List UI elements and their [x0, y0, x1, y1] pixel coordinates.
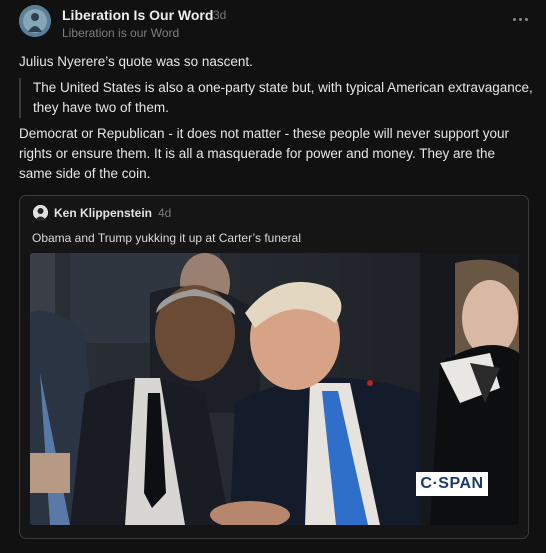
embed-photo[interactable]: C·SPAN: [30, 253, 519, 525]
cspan-watermark: C·SPAN: [416, 472, 488, 496]
embed-timestamp[interactable]: 4d: [158, 206, 171, 220]
post-paragraph: Julius Nyerere’s quote was so nascent.: [19, 54, 253, 69]
post-timestamp[interactable]: 3d: [213, 8, 226, 22]
embedded-note-card[interactable]: Ken Klippenstein 4d Obama and Trump yukk…: [19, 195, 529, 539]
blockquote: The United States is also a one-party st…: [19, 78, 533, 118]
embed-author-name[interactable]: Ken Klippenstein: [54, 206, 152, 220]
more-options-icon[interactable]: [510, 12, 532, 26]
author-avatar[interactable]: [19, 5, 51, 37]
author-name[interactable]: Liberation Is Our Word: [62, 7, 213, 23]
author-handle[interactable]: Liberation is our Word: [62, 26, 179, 40]
embed-author-avatar[interactable]: [33, 205, 48, 220]
post-paragraph: Democrat or Republican - it does not mat…: [19, 126, 509, 181]
note-post: Liberation Is Our Word 3d Liberation is …: [0, 0, 546, 553]
embed-text: Obama and Trump yukking it up at Carter’…: [32, 231, 302, 245]
